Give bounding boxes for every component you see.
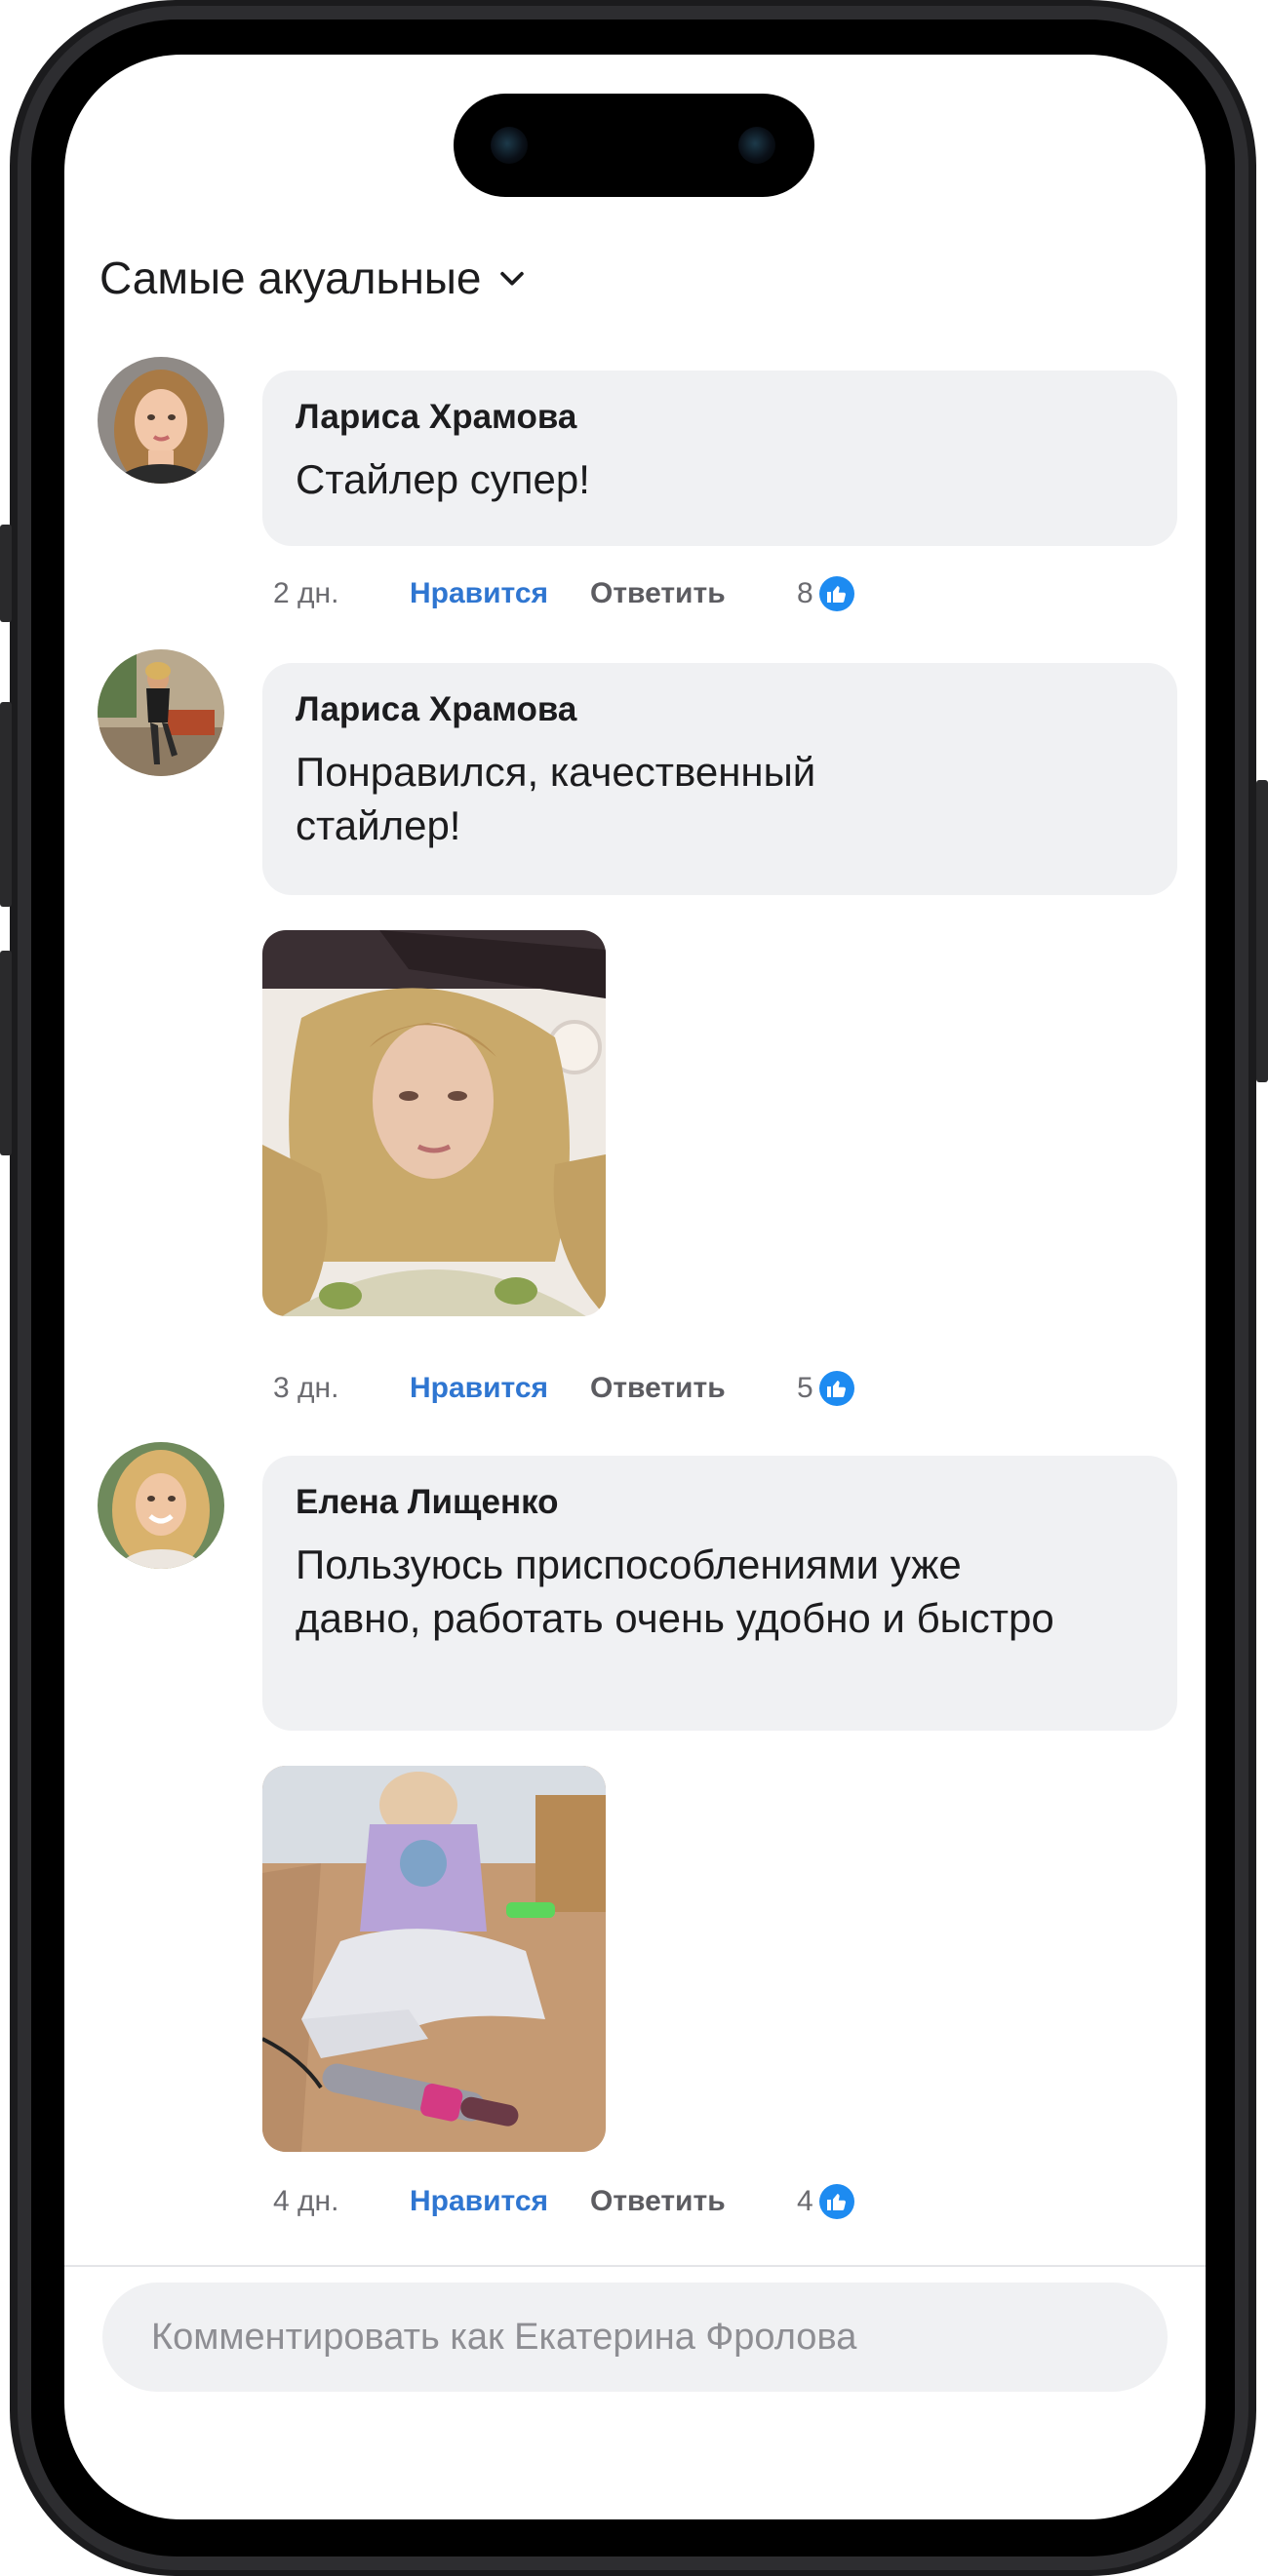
power-button <box>1256 780 1268 1082</box>
reply-button[interactable]: Ответить <box>590 577 797 610</box>
volume-down-button <box>0 951 12 1155</box>
comment-photo[interactable] <box>262 1766 606 2152</box>
comment-text: Стайлер супер! <box>296 456 590 502</box>
comment-bubble: Елена Лищенко Пользуюсь приспособлениями… <box>262 1456 1177 1731</box>
avatar-photo <box>98 649 224 776</box>
comment-actions: 3 дн. Нравится Ответить 5 <box>273 1371 854 1406</box>
comment-input[interactable] <box>102 2283 1168 2392</box>
thumbs-up-icon <box>818 1371 854 1406</box>
volume-up-button <box>0 702 12 907</box>
comment-photo[interactable] <box>262 930 606 1316</box>
comment-text: Пользуюсь приспособлениями уже давно, ра… <box>296 1542 1054 1641</box>
avatar[interactable] <box>98 649 224 776</box>
comment-time: 2 дн. <box>273 577 339 609</box>
comment-author[interactable]: Лариса Храмова <box>296 690 1144 729</box>
like-count-value: 8 <box>797 577 813 609</box>
thumbs-up-icon <box>818 2184 854 2219</box>
reply-button[interactable]: Ответить <box>590 2185 797 2218</box>
like-button[interactable]: Нравится <box>410 2185 590 2218</box>
comment-author[interactable]: Елена Лищенко <box>296 1483 1144 1522</box>
avatar[interactable] <box>98 1442 224 1569</box>
avatar-photo <box>98 357 224 484</box>
mute-switch <box>0 525 12 622</box>
comment-actions: 2 дн. Нравится Ответить 8 <box>273 576 854 611</box>
comment-bubble: Лариса Храмова Стайлер супер! <box>262 371 1177 546</box>
screen: Самые акуальные Лариса Храмова Стайлер с… <box>64 55 1206 2519</box>
like-count[interactable]: 5 <box>797 1371 854 1406</box>
comment-author[interactable]: Лариса Храмова <box>296 398 1144 437</box>
like-count[interactable]: 4 <box>797 2184 854 2219</box>
avatar-photo <box>98 1442 224 1569</box>
like-count-value: 4 <box>797 2185 813 2217</box>
like-count-value: 5 <box>797 1372 813 1404</box>
comment-text: Понравился, качественный стайлер! <box>296 749 816 848</box>
comment-time: 4 дн. <box>273 2185 339 2217</box>
comment-photo-image <box>262 1766 606 2152</box>
sensor-lens <box>738 127 775 164</box>
chevron-down-icon <box>499 271 524 286</box>
sort-dropdown[interactable]: Самые акуальные <box>99 252 529 304</box>
reply-button[interactable]: Ответить <box>590 1372 797 1405</box>
comment-bubble: Лариса Храмова Понравился, качественный … <box>262 663 1177 895</box>
sort-label: Самые акуальные <box>99 253 482 303</box>
like-button[interactable]: Нравится <box>410 1372 590 1405</box>
divider <box>64 2265 1206 2267</box>
thumbs-up-icon <box>818 576 854 611</box>
like-button[interactable]: Нравится <box>410 577 590 610</box>
avatar[interactable] <box>98 357 224 484</box>
dynamic-island <box>454 94 814 197</box>
like-count[interactable]: 8 <box>797 576 854 611</box>
camera-lens <box>491 127 528 164</box>
comment-photo-image <box>262 930 606 1316</box>
comment-actions: 4 дн. Нравится Ответить 4 <box>273 2184 854 2219</box>
comment-time: 3 дн. <box>273 1372 339 1404</box>
